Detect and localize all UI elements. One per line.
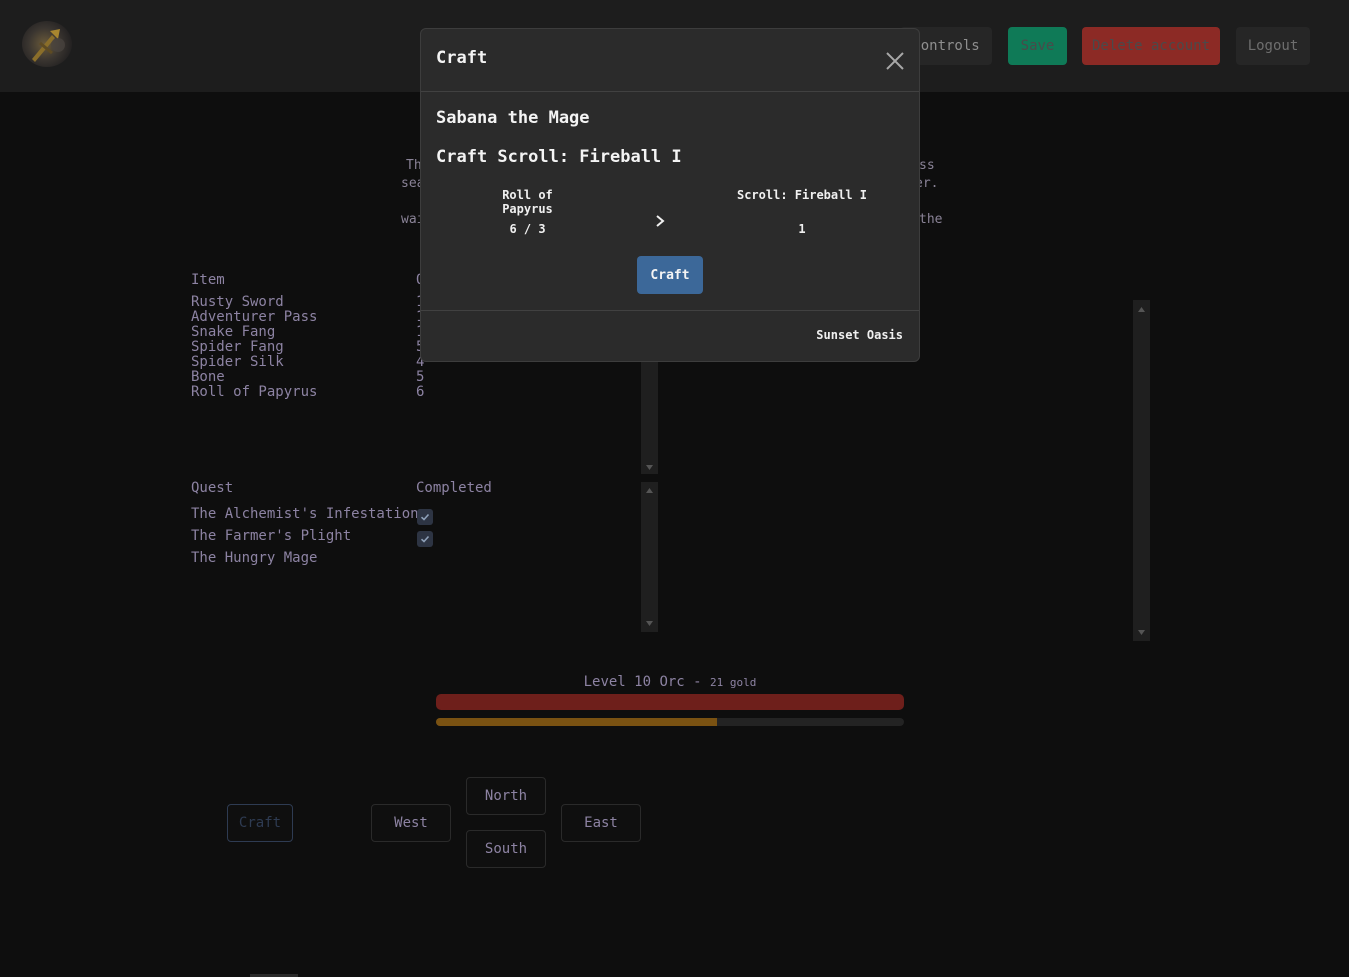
story-text-fragment: ss (919, 158, 935, 173)
ingredient-quantity: 6 / 3 (509, 222, 546, 236)
output-quantity: 1 (798, 222, 806, 236)
inventory-item-name: Spider Silk (191, 354, 284, 370)
craft-open-button[interactable]: Craft (227, 804, 293, 842)
inventory-item-name: Rusty Sword (191, 294, 284, 310)
log-scrollbar[interactable] (1133, 300, 1150, 641)
quest-row-name: The Farmer's Plight (191, 528, 352, 544)
quest-header-completed: Completed (416, 480, 492, 496)
inventory-header-item: Item (191, 272, 225, 288)
inventory-item-qty: 6 (416, 384, 425, 400)
quest-header-name: Quest (191, 480, 234, 496)
output-name: Scroll: Fireball I (736, 188, 868, 202)
move-west-button[interactable]: West (371, 804, 451, 842)
quest-scrollbar[interactable] (641, 482, 658, 632)
inventory-item-name: Spider Fang (191, 339, 284, 355)
quest-row-name: The Hungry Mage (191, 550, 318, 566)
logout-button[interactable]: Logout (1236, 27, 1310, 65)
modal-footer: Sunset Oasis (421, 310, 919, 363)
experience-bar (436, 718, 904, 726)
story-text-fragment: the (919, 212, 943, 227)
modal-title: Craft (436, 48, 488, 68)
modal-header: Craft (421, 29, 919, 92)
inventory-item-name: Adventurer Pass (191, 309, 318, 325)
close-icon[interactable] (885, 51, 905, 71)
quest-completed-checkbox[interactable] (417, 509, 433, 525)
sword-emblem-icon (32, 29, 65, 62)
ingredient-name: Roll of Papyrus (502, 188, 553, 216)
experience-bar-fill (436, 718, 717, 726)
inventory-item-name: Bone (191, 369, 225, 385)
gold-amount: 21 gold (710, 676, 757, 689)
game-page: Controls Save Delete account Logout Th s… (0, 0, 1349, 977)
checkmark-icon (420, 513, 430, 521)
inventory-item-name: Snake Fang (191, 324, 276, 340)
inventory-item-qty: 5 (416, 369, 425, 385)
game-logo (22, 21, 72, 67)
level-status: Level 10 Orc - 21 gold (436, 674, 904, 690)
location-name: Sunset Oasis (816, 328, 903, 342)
delete-account-button[interactable]: Delete account (1082, 27, 1220, 65)
chevron-right-icon (654, 213, 666, 227)
quest-completed-checkbox[interactable] (417, 531, 433, 547)
inventory-item-name: Roll of Papyrus (191, 384, 318, 400)
checkmark-icon (420, 535, 430, 543)
move-east-button[interactable]: East (561, 804, 641, 842)
move-north-button[interactable]: North (466, 777, 546, 815)
craft-modal: Craft Sabana the Mage Craft Scroll: Fire… (420, 28, 920, 362)
craft-button[interactable]: Craft (637, 256, 703, 294)
recipe-title: Craft Scroll: Fireball I (436, 147, 682, 167)
move-south-button[interactable]: South (466, 830, 546, 868)
health-bar (436, 694, 904, 710)
save-button[interactable]: Save (1008, 27, 1067, 65)
level-text: Level 10 Orc - (583, 674, 711, 690)
quest-row-name: The Alchemist's Infestation (191, 506, 419, 522)
npc-name: Sabana the Mage (436, 108, 590, 128)
